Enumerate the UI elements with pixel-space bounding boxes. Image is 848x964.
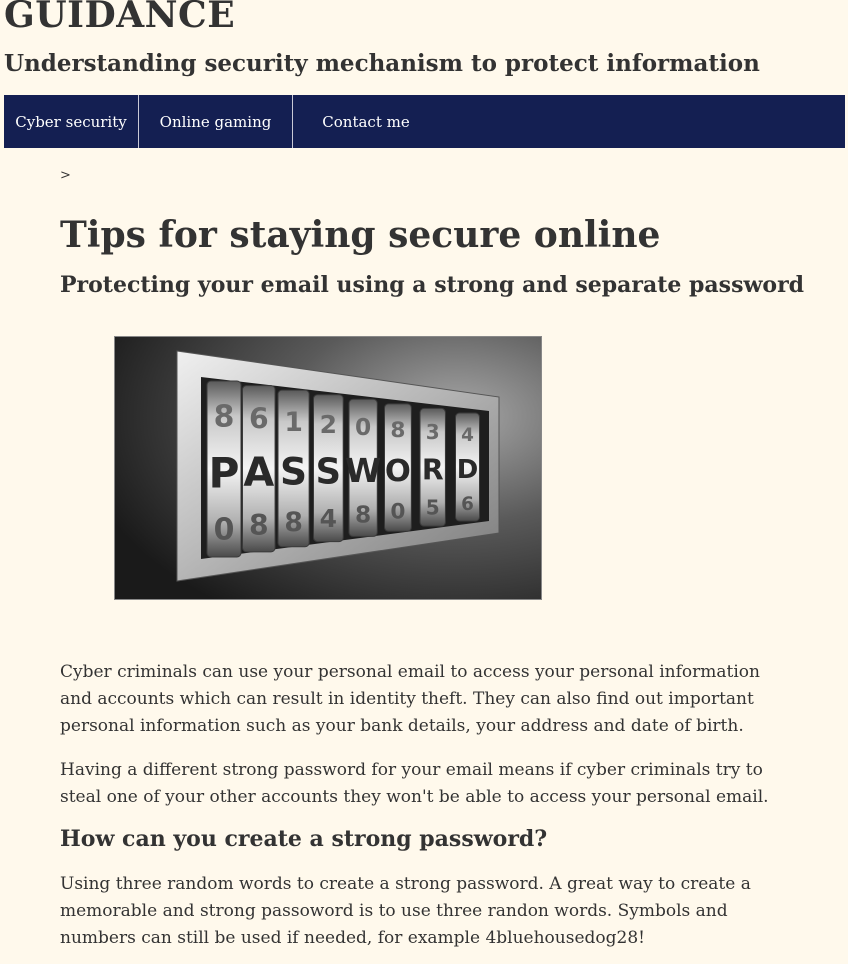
wheel-character: 2 bbox=[320, 410, 337, 439]
page-subheading: Protecting your email using a strong and… bbox=[60, 272, 805, 298]
main-navigation: Cyber security Online gaming Contact me bbox=[4, 95, 845, 148]
paragraph-separate-password: Having a different strong password for y… bbox=[60, 760, 769, 807]
section-heading-strong-password: How can you create a strong password? bbox=[60, 826, 548, 852]
wheel-character: 8 bbox=[214, 400, 235, 435]
wheel-character: 0 bbox=[355, 414, 371, 441]
paragraph-identity-theft: Cyber criminals can use your personal em… bbox=[60, 662, 760, 736]
wheel-character: 4 bbox=[320, 504, 337, 533]
page-title: Tips for staying secure online bbox=[60, 214, 661, 256]
wheel-character: 5 bbox=[426, 495, 440, 519]
breadcrumb: > bbox=[60, 168, 71, 183]
wheel-character: W bbox=[345, 451, 381, 490]
nav-item-contact-me[interactable]: Contact me bbox=[293, 95, 439, 148]
wheel-character: 8 bbox=[284, 507, 303, 538]
wheel-character: 4 bbox=[461, 425, 474, 446]
wheel-character: A bbox=[243, 450, 274, 496]
wheel-character: D bbox=[457, 455, 479, 485]
wheel-character: 8 bbox=[249, 509, 269, 542]
wheel-character: 8 bbox=[390, 418, 405, 443]
wheel-character: 1 bbox=[284, 407, 303, 438]
wheel-character: O bbox=[385, 454, 411, 489]
site-subtitle: Understanding security mechanism to prot… bbox=[4, 50, 760, 77]
wheel-character: S bbox=[316, 451, 341, 492]
wheel-character: 6 bbox=[461, 494, 474, 515]
password-lock-image: 8P06A81S82S40W88O03R54D6 bbox=[114, 336, 542, 600]
wheel-character: R bbox=[422, 454, 444, 487]
wheel-character: 6 bbox=[249, 403, 269, 436]
wheel-character: 8 bbox=[355, 502, 371, 529]
nav-item-cyber-security[interactable]: Cyber security bbox=[4, 95, 139, 148]
site-title: GUIDANCE bbox=[4, 0, 236, 36]
wheel-character: 0 bbox=[390, 499, 405, 524]
wheel-character: P bbox=[209, 448, 240, 497]
nav-item-online-gaming[interactable]: Online gaming bbox=[139, 95, 293, 148]
paragraph-three-random-words: Using three random words to create a str… bbox=[60, 874, 751, 948]
wheel-character: 0 bbox=[214, 512, 235, 547]
wheel-character: 3 bbox=[426, 420, 440, 444]
wheel-character: S bbox=[280, 450, 307, 494]
